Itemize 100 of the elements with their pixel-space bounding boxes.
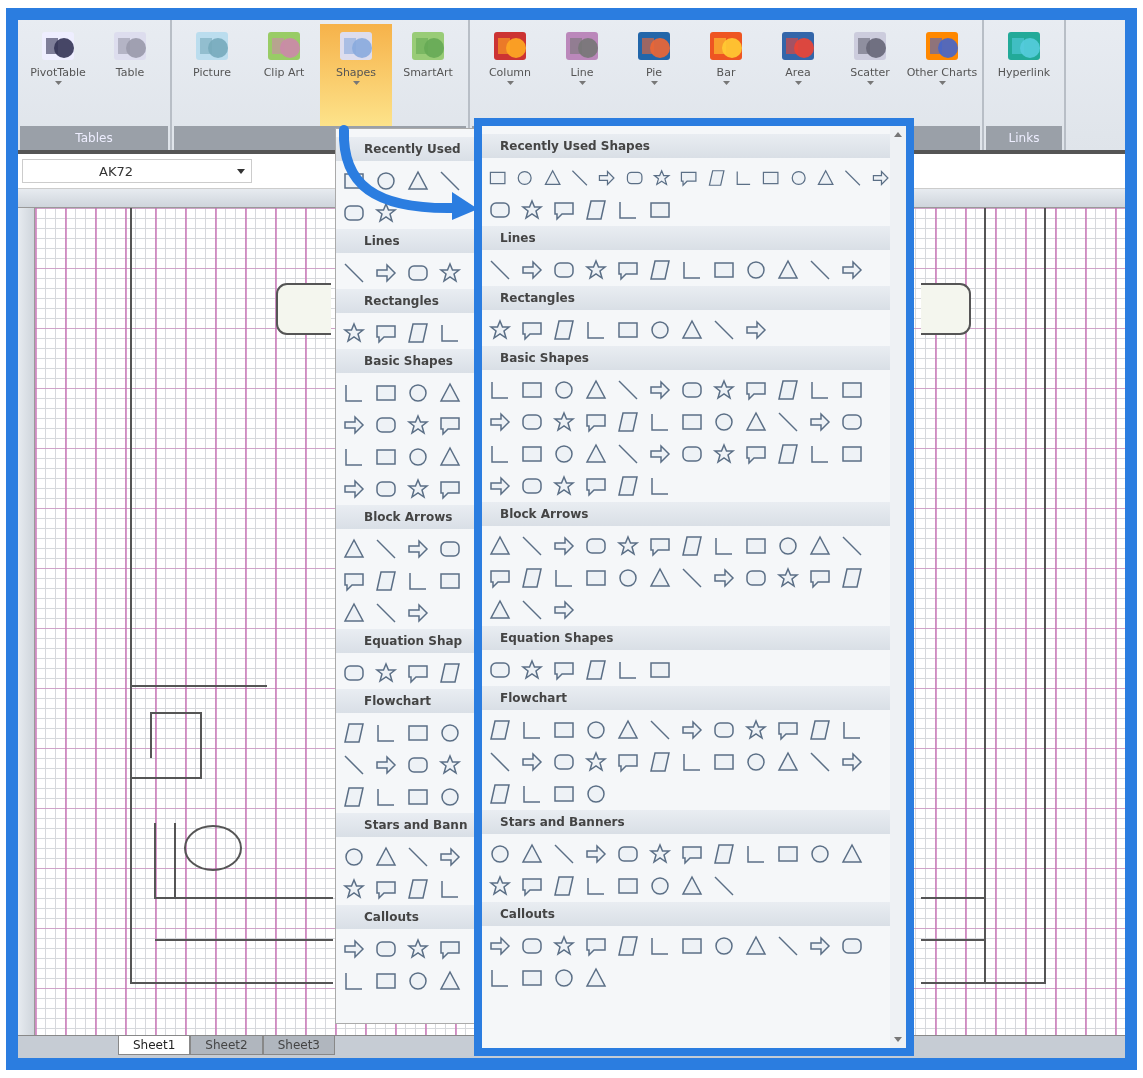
shape-icon[interactable] [488, 258, 512, 282]
shape-icon[interactable] [374, 201, 398, 225]
shape-icon[interactable] [406, 321, 430, 345]
shape-icon[interactable] [342, 785, 366, 809]
shape-icon[interactable] [438, 445, 462, 469]
shape-icon[interactable] [840, 534, 864, 558]
shape-icon[interactable] [776, 378, 800, 402]
ribbon-button[interactable]: Other Charts [906, 24, 978, 126]
shape-icon[interactable] [342, 477, 366, 501]
shape-icon[interactable] [488, 598, 512, 622]
shape-icon[interactable] [552, 318, 576, 342]
shape-icon[interactable] [342, 845, 366, 869]
shape-icon[interactable] [616, 534, 640, 558]
shape-icon[interactable] [520, 534, 544, 558]
shape-icon[interactable] [406, 937, 430, 961]
shape-icon[interactable] [712, 378, 736, 402]
shape-icon[interactable] [584, 750, 608, 774]
shape-icon[interactable] [488, 718, 512, 742]
shape-icon[interactable] [488, 874, 512, 898]
scroll-down-icon[interactable] [894, 1037, 902, 1042]
shape-icon[interactable] [584, 718, 608, 742]
shape-icon[interactable] [776, 442, 800, 466]
shape-icon[interactable] [744, 318, 768, 342]
shape-icon[interactable] [488, 750, 512, 774]
shape-icon[interactable] [488, 410, 512, 434]
shape-icon[interactable] [712, 842, 736, 866]
shape-icon[interactable] [680, 534, 704, 558]
shape-icon[interactable] [438, 845, 462, 869]
shape-icon[interactable] [808, 718, 832, 742]
shape-icon[interactable] [406, 477, 430, 501]
shape-icon[interactable] [342, 261, 366, 285]
shape-icon[interactable] [776, 934, 800, 958]
ribbon-button[interactable]: Picture [176, 24, 248, 126]
shape-icon[interactable] [520, 198, 544, 222]
shape-icon[interactable] [616, 378, 640, 402]
shape-icon[interactable] [406, 381, 430, 405]
shape-icon[interactable] [342, 753, 366, 777]
shape-icon[interactable] [552, 934, 576, 958]
shape-icon[interactable] [438, 381, 462, 405]
shape-icon[interactable] [438, 721, 462, 745]
shape-icon[interactable] [712, 442, 736, 466]
shape-icon[interactable] [488, 782, 512, 806]
shape-icon[interactable] [744, 934, 768, 958]
shape-icon[interactable] [488, 842, 512, 866]
shape-icon[interactable] [648, 318, 672, 342]
shape-icon[interactable] [840, 842, 864, 866]
shape-icon[interactable] [488, 534, 512, 558]
shape-icon[interactable] [552, 842, 576, 866]
shape-icon[interactable] [648, 258, 672, 282]
shape-icon[interactable] [840, 258, 864, 282]
shape-icon[interactable] [438, 261, 462, 285]
shape-icon[interactable] [584, 842, 608, 866]
shape-icon[interactable] [712, 934, 736, 958]
shape-icon[interactable] [520, 658, 544, 682]
shape-icon[interactable] [406, 601, 430, 625]
shape-icon[interactable] [520, 750, 544, 774]
shape-icon[interactable] [342, 413, 366, 437]
shape-icon[interactable] [374, 537, 398, 561]
shape-icon[interactable] [808, 410, 832, 434]
ribbon-button[interactable]: Hyperlink [988, 24, 1060, 126]
ribbon-button[interactable]: SmartArt [392, 24, 464, 126]
shape-icon[interactable] [374, 601, 398, 625]
ribbon-button[interactable]: Clip Art [248, 24, 320, 126]
shape-icon[interactable] [712, 566, 736, 590]
ribbon-button[interactable]: Table [94, 24, 166, 126]
shape-icon[interactable] [680, 718, 704, 742]
shape-icon[interactable] [584, 442, 608, 466]
shape-icon[interactable] [488, 474, 512, 498]
shape-icon[interactable] [584, 378, 608, 402]
shape-icon[interactable] [488, 934, 512, 958]
shape-icon[interactable] [406, 969, 430, 993]
sheet-tab[interactable]: Sheet3 [262, 1036, 335, 1055]
shape-icon[interactable] [406, 877, 430, 901]
shape-icon[interactable] [438, 169, 462, 193]
shape-icon[interactable] [374, 661, 398, 685]
shape-icon[interactable] [438, 969, 462, 993]
shape-icon[interactable] [406, 537, 430, 561]
shape-icon[interactable] [776, 258, 800, 282]
shape-icon[interactable] [648, 842, 672, 866]
shape-icon[interactable] [776, 410, 800, 434]
shape-icon[interactable] [616, 474, 640, 498]
scroll-up-icon[interactable] [894, 132, 902, 137]
shape-icon[interactable] [744, 258, 768, 282]
shape-icon[interactable] [808, 534, 832, 558]
shape-icon[interactable] [584, 198, 608, 222]
shape-icon[interactable] [616, 718, 640, 742]
shape-icon[interactable] [342, 877, 366, 901]
ribbon-button[interactable]: Shapes [320, 24, 392, 126]
shape-icon[interactable] [648, 378, 672, 402]
shape-icon[interactable] [712, 874, 736, 898]
shape-icon[interactable] [616, 442, 640, 466]
shape-icon[interactable] [374, 169, 398, 193]
shape-icon[interactable] [808, 934, 832, 958]
shape-icon[interactable] [680, 874, 704, 898]
shape-icon[interactable] [374, 569, 398, 593]
shape-icon[interactable] [438, 753, 462, 777]
shape-icon[interactable] [552, 966, 576, 990]
shape-icon[interactable] [552, 378, 576, 402]
shape-icon[interactable] [648, 566, 672, 590]
shape-icon[interactable] [342, 937, 366, 961]
